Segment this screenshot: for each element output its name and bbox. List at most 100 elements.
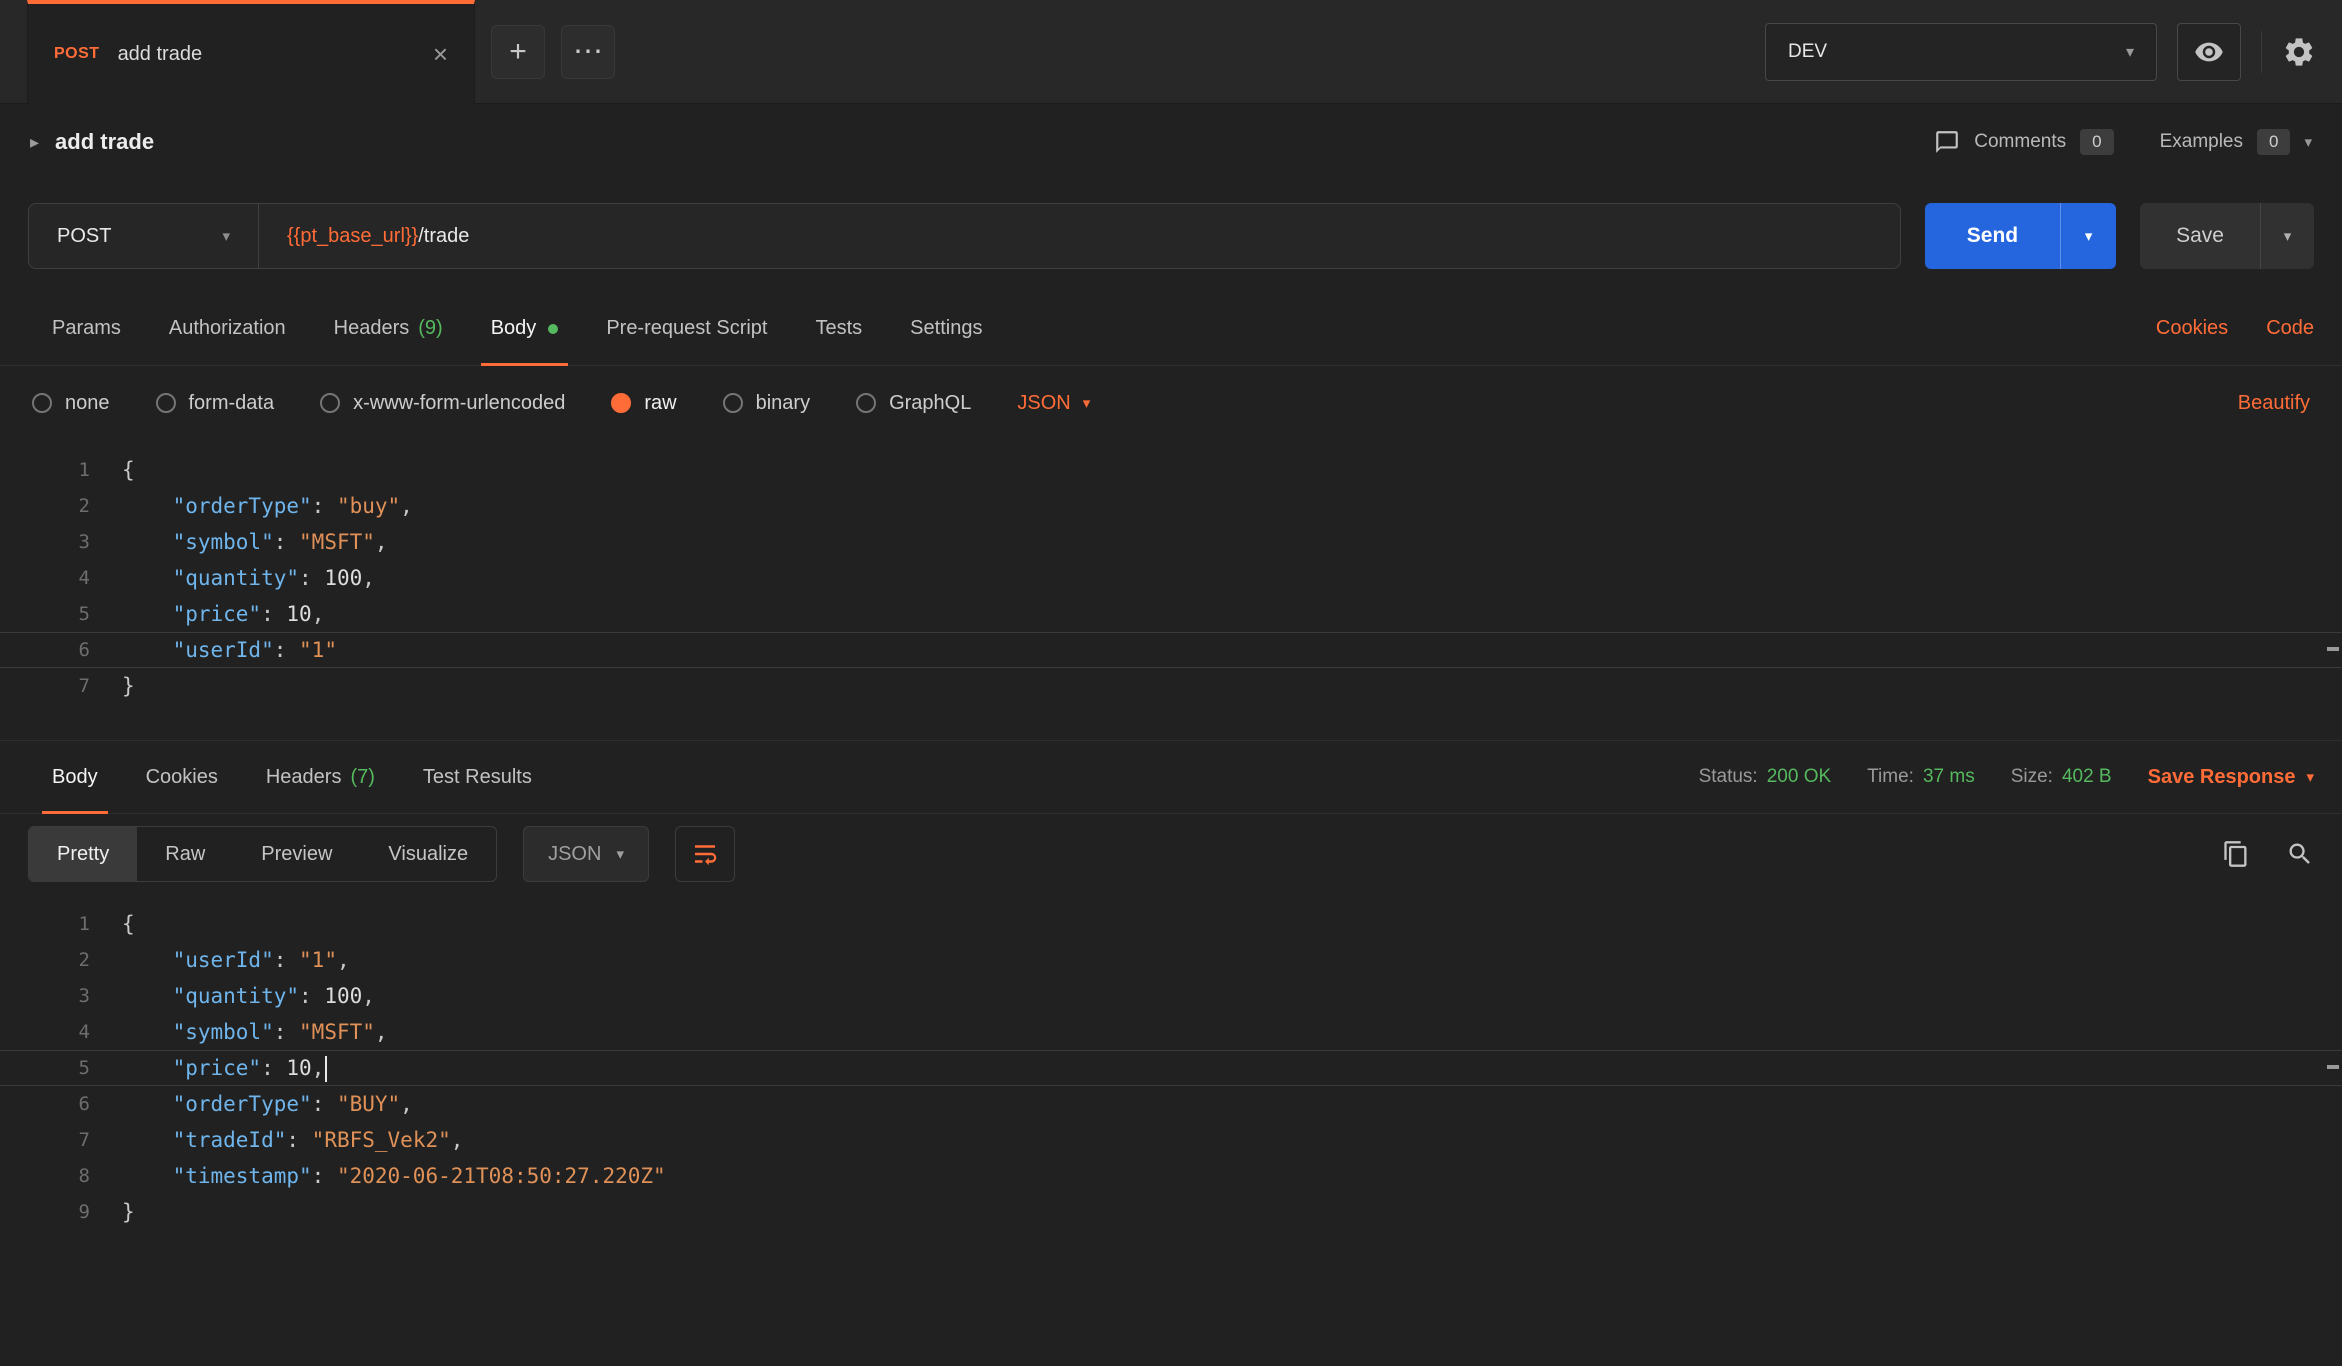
code-line[interactable]: 1{ <box>0 452 2342 488</box>
tab-headers[interactable]: Headers (9) <box>310 292 467 365</box>
code-line[interactable]: 2 "userId": "1", <box>0 942 2342 978</box>
body-type-graphql[interactable]: GraphQL <box>856 392 971 415</box>
tab-settings[interactable]: Settings <box>886 292 1006 365</box>
body-type-none-label: none <box>65 391 110 414</box>
line-number: 4 <box>78 567 90 589</box>
url-input[interactable]: {{pt_base_url}} /trade <box>259 204 1900 268</box>
body-type-urlencoded-label: x-www-form-urlencoded <box>353 391 566 414</box>
request-tab[interactable]: POST add trade × <box>27 0 475 104</box>
beautify-link[interactable]: Beautify <box>2238 392 2310 415</box>
code-line[interactable]: 4 "symbol": "MSFT", <box>0 1014 2342 1050</box>
send-options-caret[interactable]: ▾ <box>2060 203 2116 269</box>
response-tab-headers[interactable]: Headers (7) <box>242 741 399 813</box>
response-tab-body[interactable]: Body <box>28 741 122 814</box>
eye-icon <box>2195 42 2223 61</box>
code-line[interactable]: 5 "price": 10, <box>0 1050 2342 1086</box>
save-options-caret[interactable]: ▾ <box>2260 203 2314 269</box>
code-line[interactable]: 7} <box>0 668 2342 704</box>
response-body-editor[interactable]: 1{2 "userId": "1", 3 "quantity": 100, 4 "s… <box>0 894 2342 1366</box>
code-line[interactable]: 2 "orderType": "buy", <box>0 488 2342 524</box>
settings-button[interactable] <box>2282 35 2316 69</box>
body-present-dot <box>548 323 559 334</box>
tab-authorization[interactable]: Authorization <box>145 292 310 365</box>
wrap-lines-toggle[interactable] <box>674 826 735 882</box>
view-raw-button[interactable]: Raw <box>137 827 233 881</box>
save-response-button[interactable]: Save Response ▾ <box>2148 766 2314 789</box>
send-button[interactable]: Send <box>1925 203 2060 269</box>
line-number: 8 <box>78 1165 90 1187</box>
tab-pre-request-script[interactable]: Pre-request Script <box>582 292 791 365</box>
radio-selected-icon <box>611 393 632 413</box>
view-preview-button[interactable]: Preview <box>233 827 360 881</box>
save-button[interactable]: Save <box>2140 203 2260 269</box>
code-line[interactable]: 8 "timestamp": "2020-06-21T08:50:27.220Z… <box>0 1158 2342 1194</box>
environment-selector[interactable]: DEV ▾ <box>1765 22 2157 81</box>
tab-headers-label: Headers <box>333 317 410 339</box>
code-line[interactable]: 6 "orderType": "BUY", <box>0 1086 2342 1122</box>
size-label: Size: <box>2010 766 2053 787</box>
response-tab-headers-label: Headers <box>265 765 342 788</box>
code-line[interactable]: 7 "tradeId": "RBFS_Vek2", <box>0 1122 2342 1158</box>
environment-area: DEV ▾ <box>1765 0 2342 103</box>
code-text: "timestamp": "2020-06-21T08:50:27.220Z" <box>172 1164 666 1188</box>
response-time: Time: 37 ms <box>1867 766 1975 788</box>
response-tab-test-results[interactable]: Test Results <box>399 741 556 813</box>
body-type-form-data[interactable]: form-data <box>155 391 275 415</box>
radio-icon <box>722 393 743 413</box>
tab-params[interactable]: Params <box>28 292 145 365</box>
code-link[interactable]: Code <box>2266 317 2314 340</box>
wrap-text-icon <box>694 845 717 866</box>
environment-quick-look-button[interactable] <box>2177 22 2241 81</box>
search-response-button[interactable] <box>2286 840 2314 868</box>
code-text: { <box>122 912 135 936</box>
time-label: Time: <box>1867 766 1914 787</box>
line-number: 1 <box>78 459 90 481</box>
code-line[interactable]: 3 "quantity": 100, <box>0 978 2342 1014</box>
body-type-raw[interactable]: raw <box>611 392 677 415</box>
body-language-select[interactable]: JSON ▾ <box>1017 392 1090 415</box>
code-line[interactable]: 3 "symbol": "MSFT", <box>0 524 2342 560</box>
comments-button[interactable]: Comments 0 <box>1934 129 2114 155</box>
body-type-form-data-label: form-data <box>188 391 275 414</box>
tab-options-button[interactable]: ⋯ <box>561 24 615 79</box>
body-type-bar: none form-data x-www-form-urlencoded raw… <box>0 366 2342 440</box>
body-type-none[interactable]: none <box>32 392 110 415</box>
tab-method-label: POST <box>54 45 100 62</box>
send-split-button: Send ▾ <box>1924 203 2117 269</box>
body-language-value: JSON <box>1017 391 1071 414</box>
body-type-binary[interactable]: binary <box>722 392 810 415</box>
code-line[interactable]: 6 "userId": "1" <box>0 632 2342 668</box>
code-line[interactable]: 1{ <box>0 906 2342 942</box>
copy-response-button[interactable] <box>2222 840 2250 868</box>
view-visualize-button[interactable]: Visualize <box>360 827 496 881</box>
response-meta: Status: 200 OK Time: 37 ms Size: 402 B S… <box>1699 741 2314 813</box>
code-line[interactable]: 4 "quantity": 100, <box>0 560 2342 596</box>
examples-dropdown[interactable]: Examples 0 ▾ <box>2160 129 2312 155</box>
response-language-select[interactable]: JSON ▾ <box>523 826 649 882</box>
response-tab-cookies[interactable]: Cookies <box>122 741 242 813</box>
tab-body-label: Body <box>490 317 537 339</box>
examples-label: Examples <box>2159 131 2243 152</box>
radio-icon <box>155 393 176 413</box>
close-tab-icon[interactable]: × <box>433 41 448 67</box>
code-text: "orderType": "buy", <box>172 494 413 518</box>
copy-icon <box>2224 841 2247 867</box>
code-line[interactable]: 9} <box>0 1194 2342 1230</box>
chevron-down-icon: ▾ <box>1082 395 1091 412</box>
cookies-link[interactable]: Cookies <box>2156 317 2228 340</box>
new-tab-button[interactable]: + <box>491 24 545 79</box>
line-number: 6 <box>78 639 90 661</box>
request-body-editor[interactable]: 1{2 "orderType": "buy", 3 "symbol": "MSFT… <box>0 440 2342 740</box>
response-tab-headers-count: (7) <box>350 765 375 788</box>
method-selector[interactable]: POST ▾ <box>29 204 259 268</box>
line-number: 5 <box>78 1057 90 1079</box>
radio-icon <box>320 393 341 413</box>
line-number: 2 <box>78 495 90 517</box>
chevron-down-icon: ▾ <box>222 228 230 245</box>
tab-tests[interactable]: Tests <box>791 292 886 365</box>
code-line[interactable]: 5 "price": 10, <box>0 596 2342 632</box>
body-type-urlencoded[interactable]: x-www-form-urlencoded <box>320 392 565 415</box>
tab-body[interactable]: Body <box>467 292 583 366</box>
collapse-caret-icon[interactable]: ▸ <box>30 132 39 153</box>
view-pretty-button[interactable]: Pretty <box>29 827 138 881</box>
